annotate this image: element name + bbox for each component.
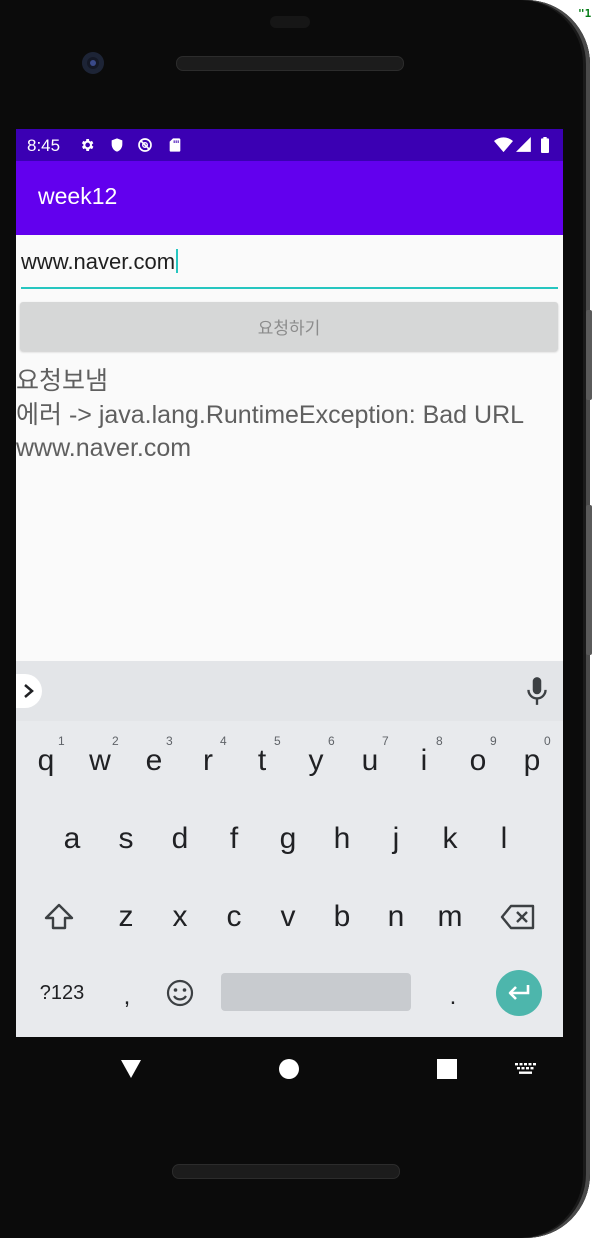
keyboard-switch-icon[interactable] [515, 1063, 537, 1075]
recents-icon[interactable] [437, 1059, 457, 1079]
volume-button[interactable] [586, 505, 592, 655]
proximity-sensor [270, 16, 310, 28]
earpiece-speaker [176, 56, 404, 71]
chevron-right-icon [24, 684, 34, 698]
key-hint: 5 [274, 734, 281, 748]
key-n[interactable]: n [369, 887, 423, 947]
front-camera [82, 52, 104, 74]
key-m[interactable]: m [423, 887, 477, 947]
key-hint: 3 [166, 734, 173, 748]
code-fragment: "1 [578, 7, 592, 20]
shield-icon [111, 138, 123, 152]
key-x[interactable]: x [153, 887, 207, 947]
expand-toolbar-button[interactable] [16, 674, 42, 708]
key-label: i [420, 744, 428, 777]
key-label: q [37, 744, 55, 777]
power-button[interactable] [586, 310, 592, 400]
emoji-key[interactable] [153, 963, 207, 1023]
status-time: 8:45 [27, 136, 61, 155]
key-label: o [469, 744, 487, 777]
navigation-bar [0, 1037, 590, 1107]
key-label: u [361, 744, 379, 777]
key-b[interactable]: b [315, 887, 369, 947]
key-l[interactable]: l [477, 809, 531, 869]
app-title: week12 [38, 183, 118, 209]
back-icon[interactable] [120, 1059, 142, 1079]
request-status-text: 요청보냄 [16, 366, 109, 395]
signal-icon [516, 137, 531, 152]
sd-card-icon [169, 138, 181, 152]
gear-icon [81, 139, 94, 151]
key-hint: 7 [382, 734, 389, 748]
url-input-value: www.naver.com [21, 249, 176, 274]
no-sync-icon [138, 138, 152, 152]
key-f[interactable]: f [207, 809, 261, 869]
key-hint: 9 [490, 734, 497, 748]
space-key[interactable] [221, 973, 411, 1011]
key-k[interactable]: k [423, 809, 477, 869]
phone-screen: 8:45 week12 www.naver.com 요청하기 요청보냄 에러 -… [16, 129, 563, 1037]
microphone-icon[interactable] [524, 675, 550, 707]
key-hint: 8 [436, 734, 443, 748]
battery-icon [541, 137, 549, 153]
bottom-speaker [172, 1164, 400, 1179]
key-hint: 6 [328, 734, 335, 748]
enter-arrow-icon [508, 985, 530, 1000]
key-a[interactable]: a [45, 809, 99, 869]
request-button[interactable]: 요청하기 [20, 302, 558, 351]
key-j[interactable]: j [369, 809, 423, 869]
phone-frame: 8:45 week12 www.naver.com 요청하기 요청보냄 에러 -… [0, 0, 592, 1238]
backspace-icon [500, 904, 535, 930]
url-input-text: www.naver.com [21, 249, 179, 275]
key-v[interactable]: v [261, 887, 315, 947]
status-bar: 8:45 [16, 129, 563, 161]
key-c[interactable]: c [207, 887, 261, 947]
symbols-key[interactable]: ?123 [32, 963, 92, 1023]
wifi-icon [494, 137, 513, 153]
text-cursor [176, 249, 179, 273]
key-hint: 0 [544, 734, 551, 748]
url-input[interactable]: www.naver.com [21, 243, 558, 289]
error-message-text: 에러 -> java.lang.RuntimeException: Bad UR… [16, 401, 524, 462]
suggestion-strip [16, 661, 563, 721]
period-key[interactable]: . [426, 967, 480, 1027]
key-label: t [257, 744, 267, 777]
key-d[interactable]: d [153, 809, 207, 869]
app-toolbar: week12 [16, 161, 563, 235]
shift-icon [44, 903, 74, 930]
key-hint: 2 [112, 734, 119, 748]
key-label: y [308, 744, 324, 777]
key-z[interactable]: z [99, 887, 153, 947]
key-h[interactable]: h [315, 809, 369, 869]
backspace-key[interactable] [491, 887, 545, 947]
comma-key[interactable]: , [100, 967, 154, 1027]
key-label: r [203, 744, 213, 777]
enter-key[interactable] [496, 970, 542, 1016]
emoji-icon [166, 979, 194, 1007]
key-label: p [523, 744, 541, 777]
key-hint: 1 [58, 734, 65, 748]
key-label: e [145, 744, 163, 777]
key-label: w [89, 744, 111, 777]
key-hint: 4 [220, 734, 227, 748]
key-g[interactable]: g [261, 809, 315, 869]
soft-keyboard: q 1 w 2 e 3 r 4 t 5 y 6 u 7 i 8 o 9 p 0 … [16, 661, 563, 1037]
key-s[interactable]: s [99, 809, 153, 869]
home-icon[interactable] [279, 1059, 299, 1079]
shift-key[interactable] [32, 887, 86, 947]
